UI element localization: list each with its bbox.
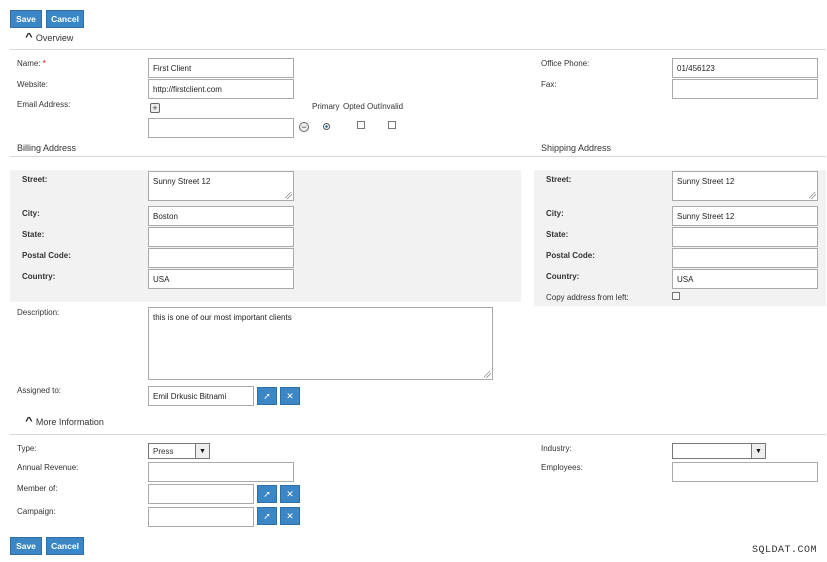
billing-street-input[interactable]: Sunny Street 12 [148,171,294,201]
industry-label: Industry: [541,444,572,453]
plus-icon[interactable]: + [150,103,160,113]
billing-postal-label: Postal Code: [22,251,71,260]
campaign-select-button[interactable]: ➚ [257,507,277,525]
chevron-up-icon: ^ [25,416,33,427]
shipping-address-title: Shipping Address [541,143,612,153]
description-value: this is one of our most important client… [153,313,292,322]
employees-label: Employees: [541,463,583,472]
shipping-street-input[interactable]: Sunny Street 12 [672,171,818,201]
clear-icon: ✕ [286,390,294,401]
more-info-title: More Information [35,416,104,427]
description-label: Description: [17,308,60,317]
save-button-bottom[interactable]: Save [10,537,42,555]
billing-street-value: Sunny Street 12 [153,177,211,186]
copy-address-checkbox[interactable] [672,292,680,300]
shipping-country-label: Country: [546,272,580,281]
billing-state-input[interactable] [148,227,294,247]
shipping-street-label: Street: [546,175,572,184]
name-label: Name: * [17,59,46,68]
address-divider [10,156,826,157]
campaign-clear-button[interactable]: ✕ [280,507,300,525]
triangle-down-icon: ▼ [195,444,209,458]
campaign-input[interactable] [148,507,254,527]
website-label: Website: [17,80,48,89]
email-primary-header: Primary [312,102,340,111]
overview-title: Overview [35,32,74,43]
revenue-input[interactable] [148,462,294,482]
select-arrow-icon: ➚ [263,510,271,521]
member-of-input[interactable] [148,484,254,504]
industry-select[interactable]: ▼ [672,443,766,459]
fax-label: Fax: [541,80,557,89]
triangle-down-icon: ▼ [751,444,765,458]
resize-grip-icon[interactable] [285,192,292,199]
clear-icon: ✕ [286,510,294,521]
name-input[interactable]: First Client [148,58,294,78]
member-of-clear-button[interactable]: ✕ [280,485,300,503]
select-arrow-icon: ➚ [263,488,271,499]
type-label: Type: [17,444,37,453]
billing-address-title: Billing Address [17,143,77,153]
resize-grip-icon[interactable] [809,192,816,199]
shipping-street-value: Sunny Street 12 [677,177,735,186]
office-phone-label: Office Phone: [541,59,590,68]
clear-icon: ✕ [286,488,294,499]
billing-postal-input[interactable] [148,248,294,268]
billing-state-label: State: [22,230,45,239]
email-invalid-checkbox[interactable] [388,121,396,129]
chevron-up-icon: ^ [25,32,33,43]
assigned-label: Assigned to: [17,386,62,395]
more-info-divider [10,434,826,435]
member-of-label: Member of: [17,484,58,493]
minus-icon[interactable]: − [299,122,309,132]
billing-country-input[interactable]: USA [148,269,294,289]
employees-input[interactable] [672,462,818,482]
shipping-postal-input[interactable] [672,248,818,268]
campaign-label: Campaign: [17,507,56,516]
shipping-state-input[interactable] [672,227,818,247]
billing-street-label: Street: [22,175,48,184]
email-opted-out-header: Opted Out [343,102,380,111]
office-phone-input[interactable]: 01/456123 [672,58,818,78]
shipping-city-input[interactable]: Sunny Street 12 [672,206,818,226]
type-value: Press [153,446,174,456]
billing-country-label: Country: [22,272,56,281]
description-textarea[interactable]: this is one of our most important client… [148,307,493,380]
email-label: Email Address: [17,100,71,109]
overview-divider [10,49,826,50]
select-arrow-icon: ➚ [263,390,271,401]
email-primary-radio[interactable] [323,123,330,130]
save-button-top[interactable]: Save [10,10,42,28]
billing-city-input[interactable]: Boston [148,206,294,226]
email-invalid-header: Invalid [380,102,404,111]
fax-input[interactable] [672,79,818,99]
type-select[interactable]: Press ▼ [148,443,210,459]
email-opted-out-checkbox[interactable] [357,121,365,129]
shipping-postal-label: Postal Code: [546,251,595,260]
revenue-label: Annual Revenue: [17,463,79,472]
shipping-country-input[interactable]: USA [672,269,818,289]
assigned-clear-button[interactable]: ✕ [280,387,300,405]
member-of-select-button[interactable]: ➚ [257,485,277,503]
overview-header[interactable]: ^ Overview [25,32,74,43]
more-info-header[interactable]: ^ More Information [25,416,104,427]
cancel-button-top[interactable]: Cancel [46,10,84,28]
shipping-city-label: City: [546,209,564,218]
cancel-button-bottom[interactable]: Cancel [46,537,84,555]
website-input[interactable]: http://firstclient.com [148,79,294,99]
assigned-select-button[interactable]: ➚ [257,387,277,405]
watermark: SQLDAT.COM [751,545,817,556]
required-mark: * [42,59,46,68]
shipping-state-label: State: [546,230,569,239]
resize-grip-icon[interactable] [484,371,491,378]
email-input[interactable] [148,118,294,138]
copy-address-label: Copy address from left: [546,293,629,302]
billing-city-label: City: [22,209,40,218]
assigned-input[interactable]: Emil Drkusic Bitnami [148,386,254,406]
